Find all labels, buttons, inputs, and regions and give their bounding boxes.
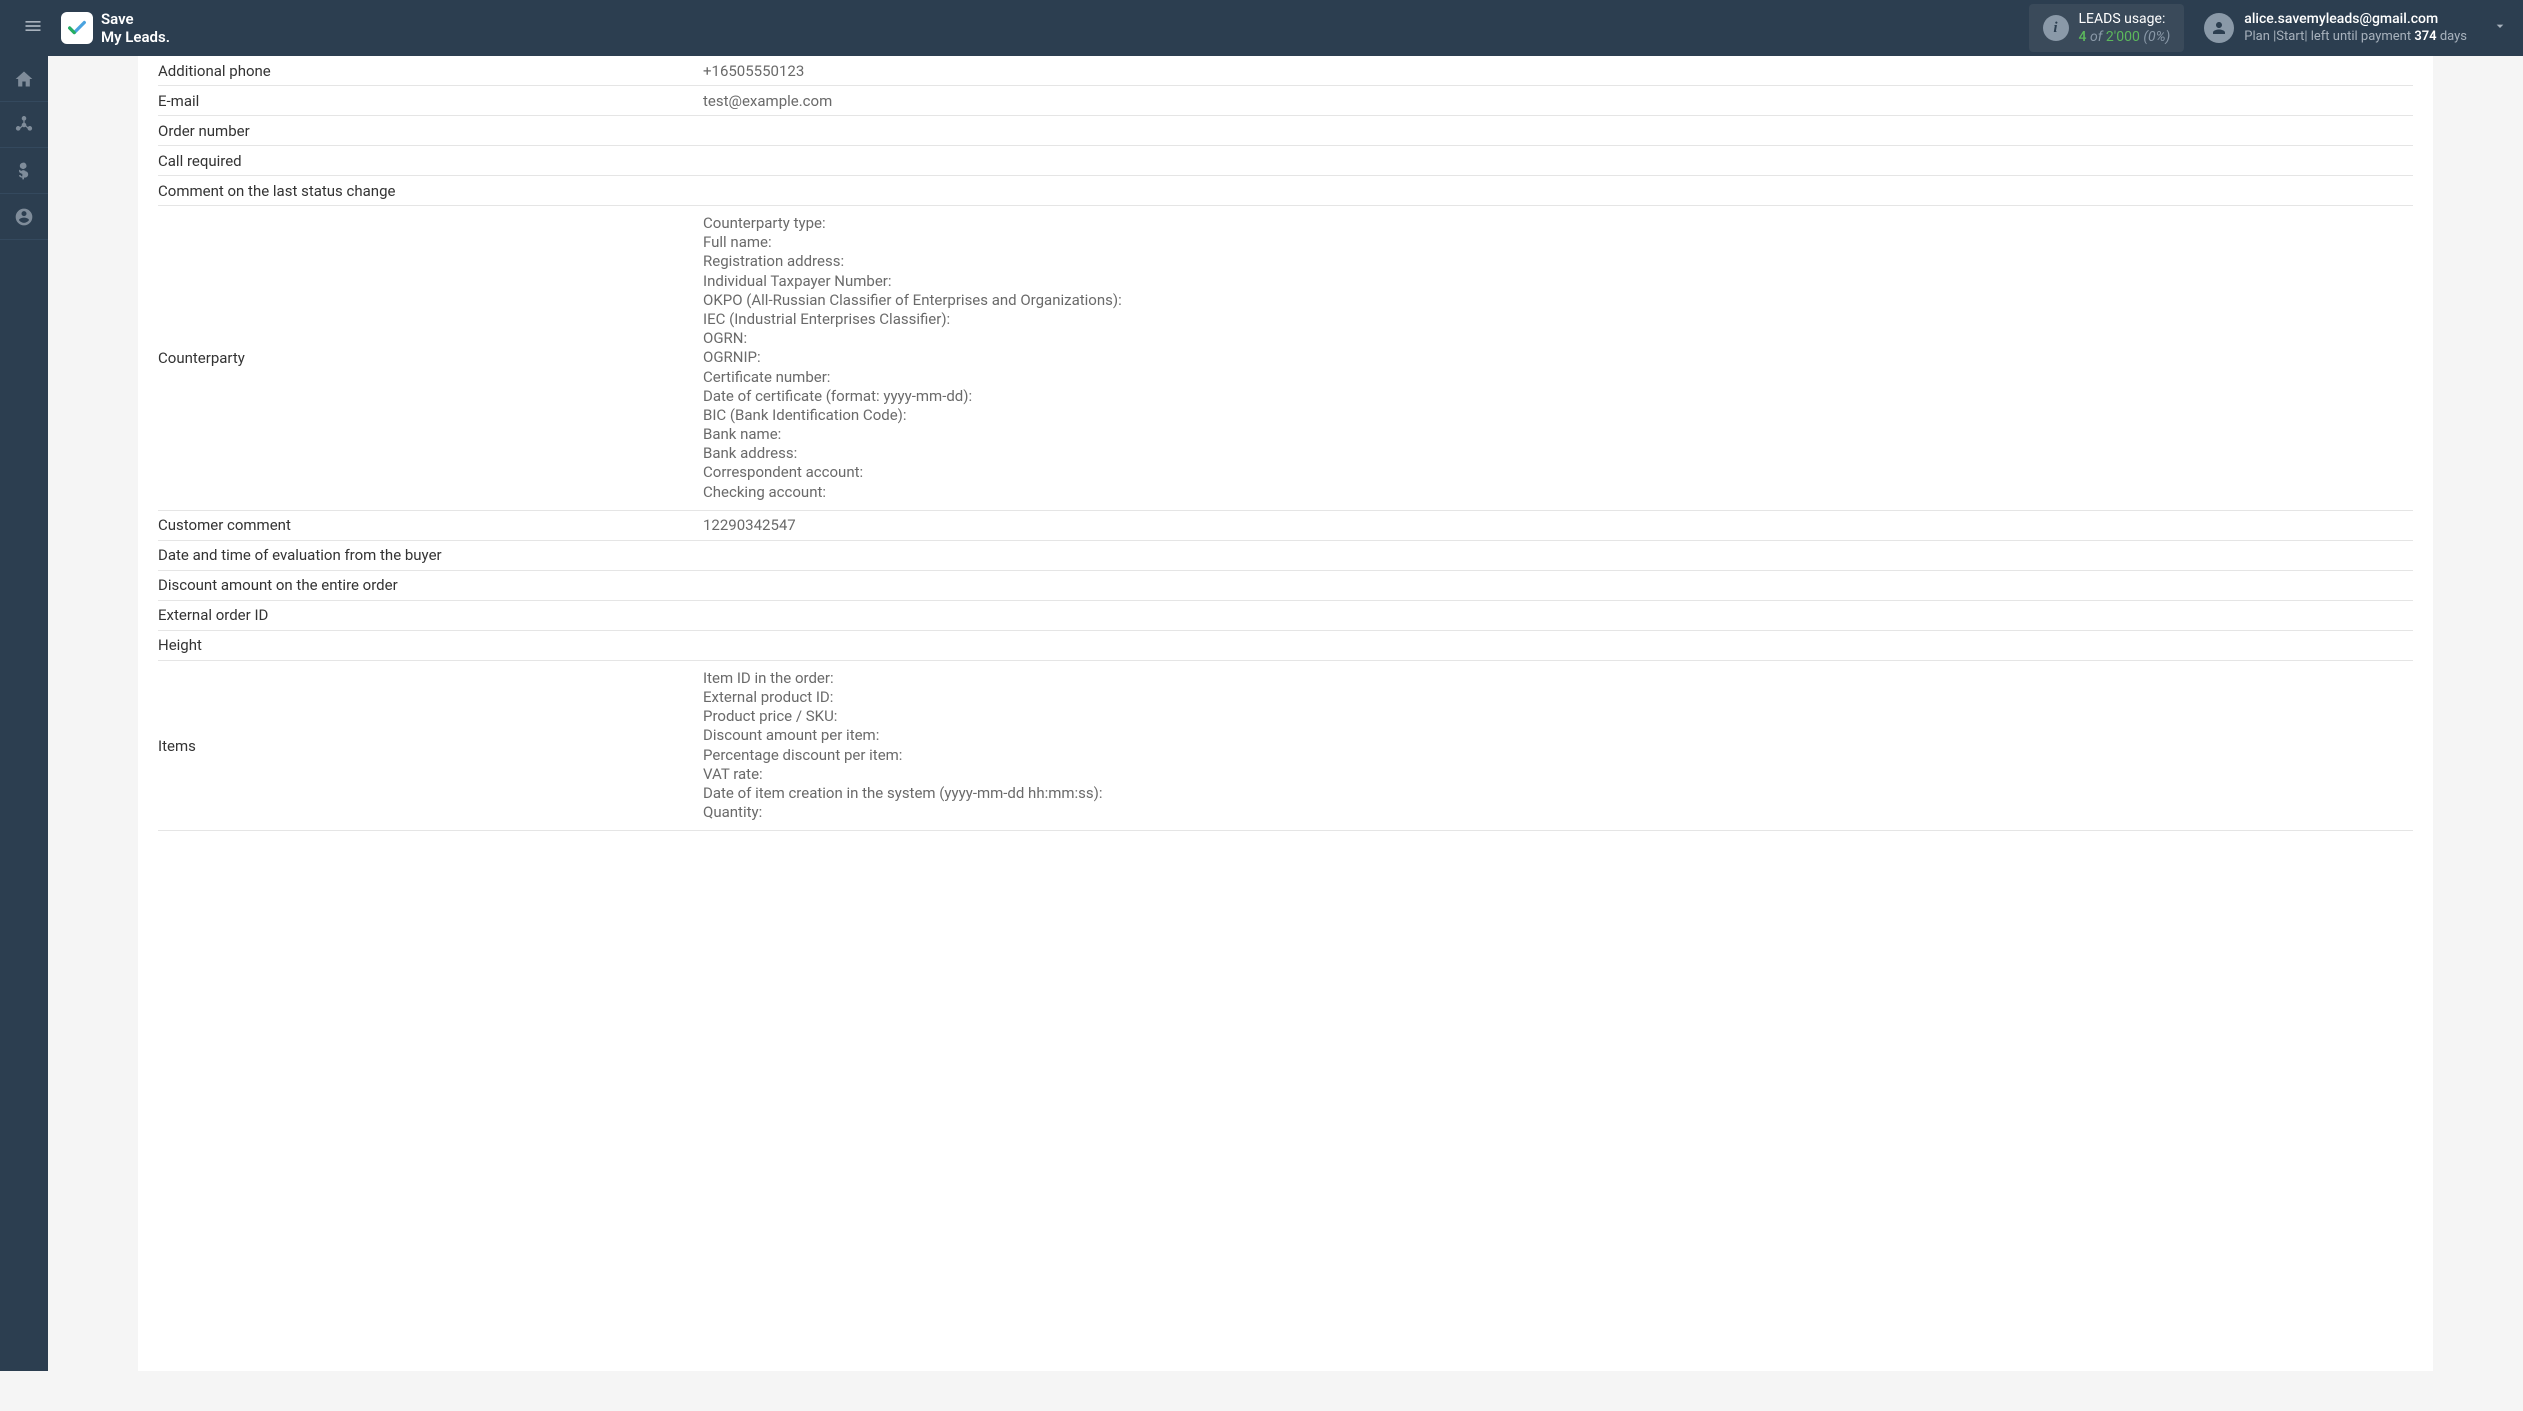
row-label: Height	[158, 636, 703, 654]
chevron-down-icon[interactable]	[2492, 18, 2508, 38]
row-subline: Product price / SKU:	[703, 707, 2413, 726]
detail-row: Order number	[158, 116, 2413, 146]
row-subline: Date of certificate (format: yyyy-mm-dd)…	[703, 387, 2413, 406]
user-text: alice.savemyleads@gmail.com Plan |Start|…	[2244, 10, 2467, 45]
leads-usage-box[interactable]: i LEADS usage: 4 of 2'000 (0%)	[2029, 4, 2185, 52]
row-subline: IEC (Industrial Enterprises Classifier):	[703, 310, 2413, 329]
row-label: Comment on the last status change	[158, 182, 703, 200]
sidebar	[0, 56, 48, 1371]
sidebar-item-connections[interactable]	[0, 102, 48, 148]
row-label: Order number	[158, 122, 703, 140]
row-subline: Checking account:	[703, 483, 2413, 502]
detail-row: ItemsItem ID in the order:External produ…	[158, 661, 2413, 832]
sidebar-item-billing[interactable]	[0, 148, 48, 194]
row-label: Items	[158, 737, 703, 755]
row-subline: OGRN:	[703, 329, 2413, 348]
row-label: Customer comment	[158, 516, 703, 534]
usage-pct: (0%)	[2143, 29, 2170, 45]
sidebar-item-home[interactable]	[0, 56, 48, 102]
row-value: 12290342547	[703, 516, 2413, 534]
detail-row: Comment on the last status change	[158, 176, 2413, 206]
detail-row: Height	[158, 631, 2413, 661]
hamburger-menu-icon[interactable]	[15, 8, 51, 48]
usage-of: of	[2090, 29, 2102, 45]
row-label: Discount amount on the entire order	[158, 576, 703, 594]
detail-row: Date and time of evaluation from the buy…	[158, 541, 2413, 571]
user-avatar-icon	[2204, 13, 2234, 43]
app-header: Save My Leads. i LEADS usage: 4 of 2'000…	[0, 0, 2523, 56]
usage-count: 4	[2079, 29, 2087, 45]
row-subline: Bank address:	[703, 444, 2413, 463]
row-subline: Counterparty type:	[703, 214, 2413, 233]
row-subline: Bank name:	[703, 425, 2413, 444]
row-subline: OKPO (All-Russian Classifier of Enterpri…	[703, 291, 2413, 310]
row-subline: Percentage discount per item:	[703, 746, 2413, 765]
row-subline: BIC (Bank Identification Code):	[703, 406, 2413, 425]
logo-text-line1: Save	[101, 10, 170, 28]
row-subline: VAT rate:	[703, 765, 2413, 784]
row-subline: Date of item creation in the system (yyy…	[703, 784, 2413, 803]
logo[interactable]: Save My Leads.	[61, 10, 170, 46]
detail-row: CounterpartyCounterparty type:Full name:…	[158, 206, 2413, 511]
row-label: Additional phone	[158, 62, 703, 80]
plan-prefix: Plan |Start| left until payment	[2244, 29, 2411, 44]
plan-suffix: days	[2440, 29, 2467, 44]
info-icon: i	[2043, 15, 2069, 41]
row-label: E-mail	[158, 92, 703, 110]
usage-stats: 4 of 2'000 (0%)	[2079, 28, 2171, 46]
main-content: Additional phone+16505550123E-mailtest@e…	[48, 56, 2523, 1411]
details-card: Additional phone+16505550123E-mailtest@e…	[138, 56, 2433, 1371]
row-subline: Item ID in the order:	[703, 669, 2413, 688]
row-value: Item ID in the order:External product ID…	[703, 669, 2413, 823]
row-label: Call required	[158, 152, 703, 170]
detail-row: Call required	[158, 146, 2413, 176]
usage-text: LEADS usage: 4 of 2'000 (0%)	[2079, 10, 2171, 46]
row-value: test@example.com	[703, 92, 2413, 110]
row-subline: Full name:	[703, 233, 2413, 252]
logo-text-line2: My Leads.	[101, 28, 170, 46]
row-subline: Correspondent account:	[703, 463, 2413, 482]
row-subline: Individual Taxpayer Number:	[703, 272, 2413, 291]
plan-days: 374	[2414, 29, 2436, 44]
row-subline: OGRNIP:	[703, 348, 2413, 367]
user-email: alice.savemyleads@gmail.com	[2244, 10, 2467, 28]
row-value: +16505550123	[703, 62, 2413, 80]
row-subline: Registration address:	[703, 252, 2413, 271]
row-value: Counterparty type:Full name:Registration…	[703, 214, 2413, 502]
user-menu[interactable]: alice.savemyleads@gmail.com Plan |Start|…	[2204, 10, 2508, 45]
detail-row: Customer comment12290342547	[158, 511, 2413, 541]
sidebar-item-account[interactable]	[0, 194, 48, 240]
row-label: Date and time of evaluation from the buy…	[158, 546, 703, 564]
logo-text: Save My Leads.	[101, 10, 170, 46]
usage-total: 2'000	[2106, 29, 2140, 45]
detail-row: External order ID	[158, 601, 2413, 631]
usage-label: LEADS usage:	[2079, 10, 2171, 28]
row-label: External order ID	[158, 606, 703, 624]
row-subline: Certificate number:	[703, 368, 2413, 387]
row-subline: Discount amount per item:	[703, 726, 2413, 745]
detail-row: Additional phone+16505550123	[158, 56, 2413, 86]
detail-row: Discount amount on the entire order	[158, 571, 2413, 601]
row-subline: Quantity:	[703, 803, 2413, 822]
logo-icon	[61, 12, 93, 44]
row-label: Counterparty	[158, 349, 703, 367]
detail-row: E-mailtest@example.com	[158, 86, 2413, 116]
user-plan: Plan |Start| left until payment 374 days	[2244, 29, 2467, 46]
row-subline: External product ID:	[703, 688, 2413, 707]
